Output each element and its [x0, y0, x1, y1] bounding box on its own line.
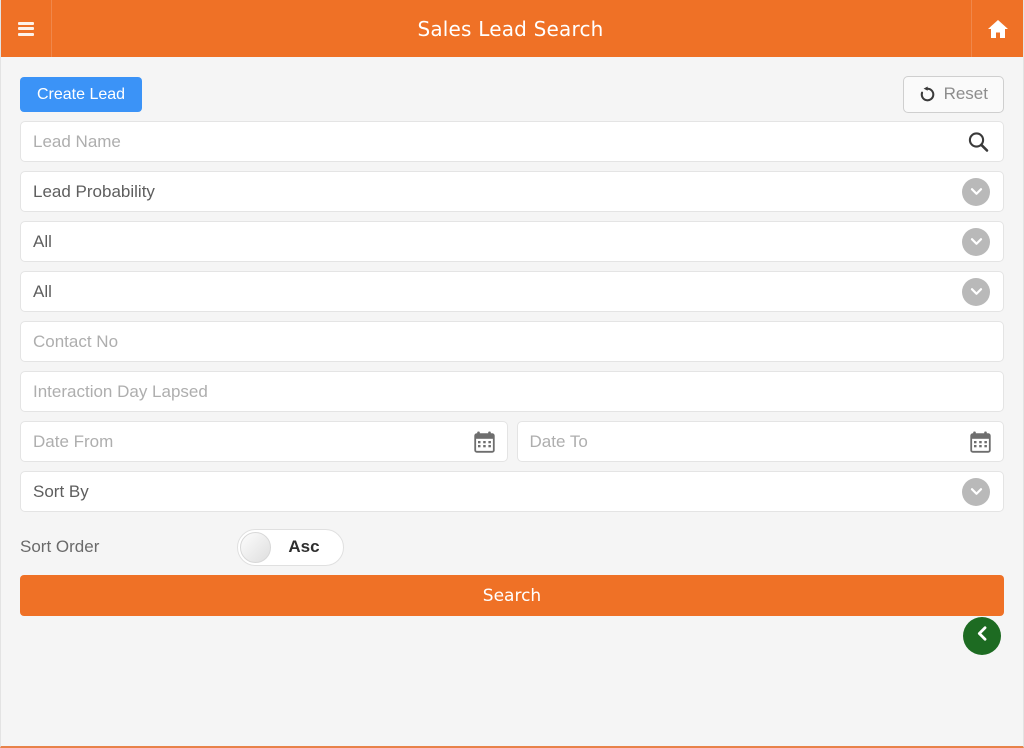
- home-button[interactable]: [971, 0, 1023, 57]
- calendar-icon[interactable]: [473, 431, 495, 453]
- chevron-down-icon[interactable]: [962, 177, 990, 206]
- search-icon[interactable]: [966, 130, 990, 154]
- interaction-day-lapsed-field[interactable]: Interaction Day Lapsed: [20, 371, 1004, 412]
- date-to-field[interactable]: Date To: [516, 421, 1004, 462]
- lead-source-select[interactable]: All: [20, 271, 1004, 312]
- date-from-field[interactable]: Date From: [20, 421, 508, 462]
- search-form-panel: Create Lead Reset Lead Name Lead Probabi…: [1, 57, 1023, 746]
- chevron-down-icon[interactable]: [962, 477, 990, 506]
- contact-no-field[interactable]: Contact No: [20, 321, 1004, 362]
- calendar-icon[interactable]: [970, 431, 991, 453]
- lead-probability-select[interactable]: Lead Probability: [20, 171, 1004, 212]
- form-toolbar: Create Lead Reset: [20, 57, 1004, 121]
- chevron-down-icon[interactable]: [962, 277, 990, 306]
- back-button[interactable]: [963, 617, 1001, 655]
- hamburger-menu-icon[interactable]: [18, 21, 34, 36]
- toggle-knob[interactable]: [240, 531, 271, 563]
- create-lead-button[interactable]: Create Lead: [20, 76, 143, 112]
- page-title: Sales Lead Search: [417, 16, 604, 41]
- lead-probability-value: Lead Probability: [33, 182, 155, 201]
- app-header: Sales Lead Search: [1, 0, 1023, 57]
- search-button[interactable]: Search: [20, 575, 1004, 616]
- home-icon[interactable]: [987, 19, 1009, 39]
- sort-order-label: Sort Order: [20, 537, 100, 556]
- reset-button[interactable]: Reset: [902, 75, 1004, 113]
- date-from-placeholder: Date From: [33, 432, 114, 451]
- sort-order-value: Asc: [288, 537, 320, 556]
- date-range-row: Date From Date To: [20, 421, 1004, 462]
- sort-by-value: Sort By: [33, 482, 89, 501]
- lead-status-select[interactable]: All: [20, 221, 1004, 262]
- lead-name-placeholder: Lead Name: [33, 132, 121, 151]
- chevron-down-icon[interactable]: [962, 227, 990, 256]
- refresh-icon: [919, 86, 936, 103]
- reset-label: Reset: [943, 84, 988, 103]
- lead-source-value: All: [33, 282, 52, 301]
- lead-status-value: All: [33, 232, 52, 251]
- sort-by-select[interactable]: Sort By: [20, 471, 1004, 512]
- contact-no-placeholder: Contact No: [33, 332, 119, 351]
- sort-order-row: Sort Order Asc: [20, 521, 1004, 573]
- menu-button[interactable]: [1, 0, 52, 57]
- lead-name-field[interactable]: Lead Name: [20, 121, 1004, 162]
- app-window: Sales Lead Search Create Lead Reset Lead…: [0, 0, 1024, 748]
- sort-order-toggle[interactable]: Asc: [237, 528, 344, 566]
- chevron-left-icon: [974, 625, 991, 647]
- interaction-day-lapsed-placeholder: Interaction Day Lapsed: [33, 382, 208, 401]
- date-to-placeholder: Date To: [529, 432, 588, 451]
